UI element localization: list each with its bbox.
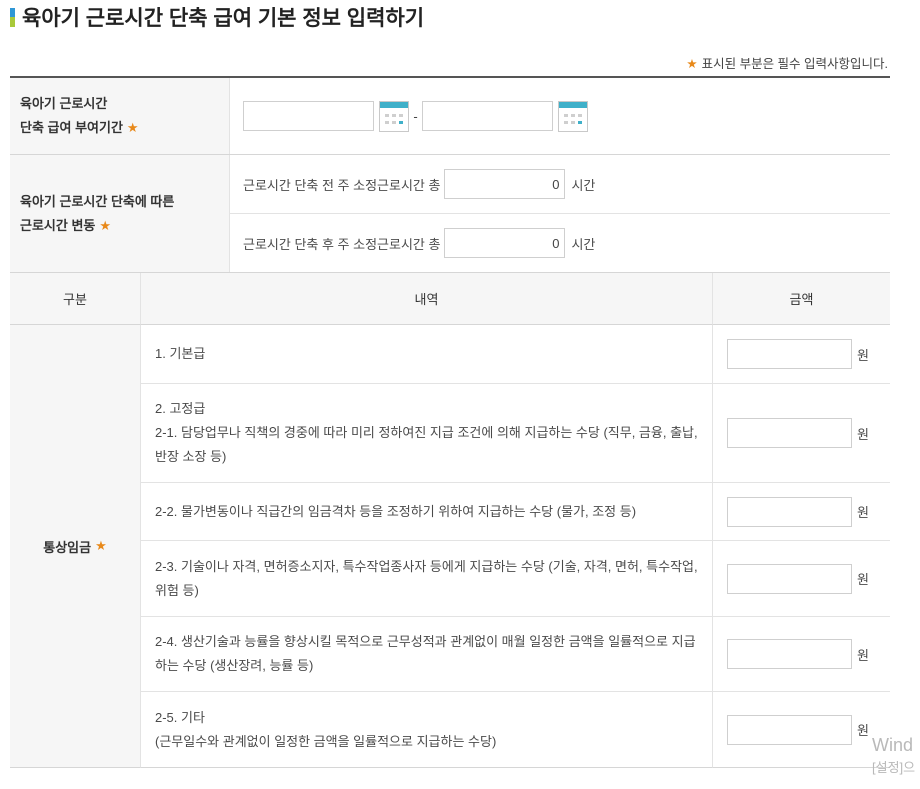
hours-before-unit: 시간 — [571, 177, 596, 193]
period-end-calendar-button[interactable] — [558, 100, 588, 132]
hours-before-label: 근로시간 단축 전 주 소정근로시간 총 — [243, 177, 441, 193]
required-star-icon: ★ — [95, 538, 107, 553]
hours-after-row: 근로시간 단축 후 주 소정근로시간 총 시간 — [230, 214, 890, 272]
hours-before-input[interactable] — [444, 169, 566, 199]
table-row-amount: 원 — [713, 617, 890, 692]
base-pay-amount-input[interactable] — [727, 339, 852, 369]
table-row-details: 2-2. 물가변동이나 직급간의 임금격차 등을 조정하기 위하여 지급하는 수… — [141, 483, 713, 541]
header-details: 내역 — [141, 273, 713, 325]
detail-line: 2-4. 생산기술과 능률을 향상시킬 목적으로 근무성적과 관계없이 매월 일… — [155, 634, 696, 673]
hours-change-label: 육아기 근로시간 단축에 따른 근로시간 변동 ★ — [10, 155, 230, 272]
hours-after-label: 근로시간 단축 후 주 소정근로시간 총 — [243, 236, 441, 252]
required-note: ★ 표시된 부분은 필수 입력사항입니다. — [686, 56, 888, 72]
fixed-pay-2-4-amount-input[interactable] — [727, 639, 852, 669]
header-category: 구분 — [10, 273, 141, 325]
required-star-icon: ★ — [126, 120, 139, 135]
period-inputs: - — [230, 78, 890, 154]
period-start-calendar-button[interactable] — [379, 100, 409, 132]
detail-line: 2. 고정급 — [155, 401, 206, 416]
hours-change-label-line-2: 근로시간 변동 ★ — [20, 214, 229, 238]
period-label-line-2-text: 단축 급여 부여기간 — [20, 120, 123, 135]
category-cell: 통상임금 ★ — [10, 325, 141, 768]
currency-unit: 원 — [857, 347, 869, 363]
required-star-icon: ★ — [99, 217, 112, 233]
table-row-amount: 원 — [713, 692, 890, 768]
fixed-pay-2-1-amount-input[interactable] — [727, 418, 852, 448]
table-row-details: 1. 기본급 — [141, 325, 713, 384]
page-title-text: 육아기 근로시간 단축 급여 기본 정보 입력하기 — [22, 7, 425, 30]
period-label-line-2: 단축 급여 부여기간 ★ — [20, 116, 229, 140]
title-bullet-top — [10, 7, 15, 17]
table-row-amount: 원 — [713, 325, 890, 384]
period-label-line-1: 육아기 근로시간 — [20, 96, 108, 111]
wage-table: 구분 내역 금액 통상임금 ★ 1. 기본급 원 2. 고정급 2-1. 담당업무… — [10, 273, 890, 768]
detail-line: 1. 기본급 — [155, 346, 206, 361]
table-row-amount: 원 — [713, 384, 890, 483]
currency-unit: 원 — [857, 572, 869, 587]
title-bullet-bottom — [10, 17, 15, 27]
period-row: 육아기 근로시간 단축 급여 부여기간 ★ - — [10, 78, 890, 155]
hours-change-inputs: 근로시간 단축 전 주 소정근로시간 총 시간 근로시간 단축 후 주 소정근로… — [230, 155, 890, 272]
title-bullet-icon — [10, 7, 15, 27]
detail-line: (근무일수와 관계없이 일정한 금액을 일률적으로 지급하는 수당) — [155, 733, 497, 749]
date-range-separator: - — [413, 108, 418, 124]
detail-line: 2-3. 기술이나 자격, 면허증소지자, 특수작업종사자 등에게 지급하는 수… — [155, 558, 698, 598]
basic-info-form: 육아기 근로시간 단축 급여 부여기간 ★ - 육아기 근로시간 단축에 따른 … — [10, 76, 890, 273]
calendar-icon — [558, 100, 588, 132]
currency-unit: 원 — [857, 426, 869, 442]
hours-before-row: 근로시간 단축 전 주 소정근로시간 총 시간 — [230, 155, 890, 214]
currency-unit: 원 — [857, 647, 869, 663]
table-row-details: 2. 고정급 2-1. 담당업무나 직책의 경중에 따라 미리 정하여진 지급 … — [141, 384, 713, 483]
calendar-icon — [379, 100, 409, 132]
required-star-icon: ★ — [686, 57, 698, 71]
detail-line: 2-1. 담당업무나 직책의 경중에 따라 미리 정하여진 지급 조건에 의해 … — [155, 425, 698, 464]
detail-line: 2-2. 물가변동이나 직급간의 임금격차 등을 조정하기 위하여 지급하는 수… — [155, 503, 637, 519]
fixed-pay-2-3-amount-input[interactable] — [727, 563, 852, 594]
category-label: 통상임금 — [43, 539, 92, 555]
hours-after-input[interactable] — [444, 228, 566, 258]
period-start-date-input[interactable] — [243, 101, 374, 131]
table-row-amount: 원 — [713, 541, 890, 617]
detail-line: 2-5. 기타 — [155, 709, 205, 725]
page-title: 육아기 근로시간 단축 급여 기본 정보 입력하기 — [10, 3, 424, 31]
hours-change-label-line-1: 육아기 근로시간 단축에 따른 — [20, 193, 175, 209]
period-label: 육아기 근로시간 단축 급여 부여기간 ★ — [10, 78, 230, 154]
currency-unit: 원 — [857, 505, 869, 520]
hours-change-label-line-2-text: 근로시간 변동 — [20, 217, 96, 233]
fixed-pay-2-5-amount-input[interactable] — [727, 714, 852, 745]
table-row-details: 2-5. 기타 (근무일수와 관계없이 일정한 금액을 일률적으로 지급하는 수… — [141, 692, 713, 768]
header-amount: 금액 — [713, 273, 890, 325]
table-row-details: 2-4. 생산기술과 능률을 향상시킬 목적으로 근무성적과 관계없이 매월 일… — [141, 617, 713, 692]
table-row-amount: 원 — [713, 483, 890, 541]
currency-unit: 원 — [857, 723, 869, 738]
table-row-details: 2-3. 기술이나 자격, 면허증소지자, 특수작업종사자 등에게 지급하는 수… — [141, 541, 713, 617]
period-end-date-input[interactable] — [422, 101, 553, 131]
hours-change-row: 육아기 근로시간 단축에 따른 근로시간 변동 ★ 근로시간 단축 전 주 소정근… — [10, 155, 890, 273]
page: 육아기 근로시간 단축 급여 기본 정보 입력하기 ★ 표시된 부분은 필수 입력… — [0, 0, 920, 789]
fixed-pay-2-2-amount-input[interactable] — [727, 496, 852, 527]
required-note-text: 표시된 부분은 필수 입력사항입니다. — [701, 57, 888, 71]
hours-after-unit: 시간 — [571, 236, 596, 252]
